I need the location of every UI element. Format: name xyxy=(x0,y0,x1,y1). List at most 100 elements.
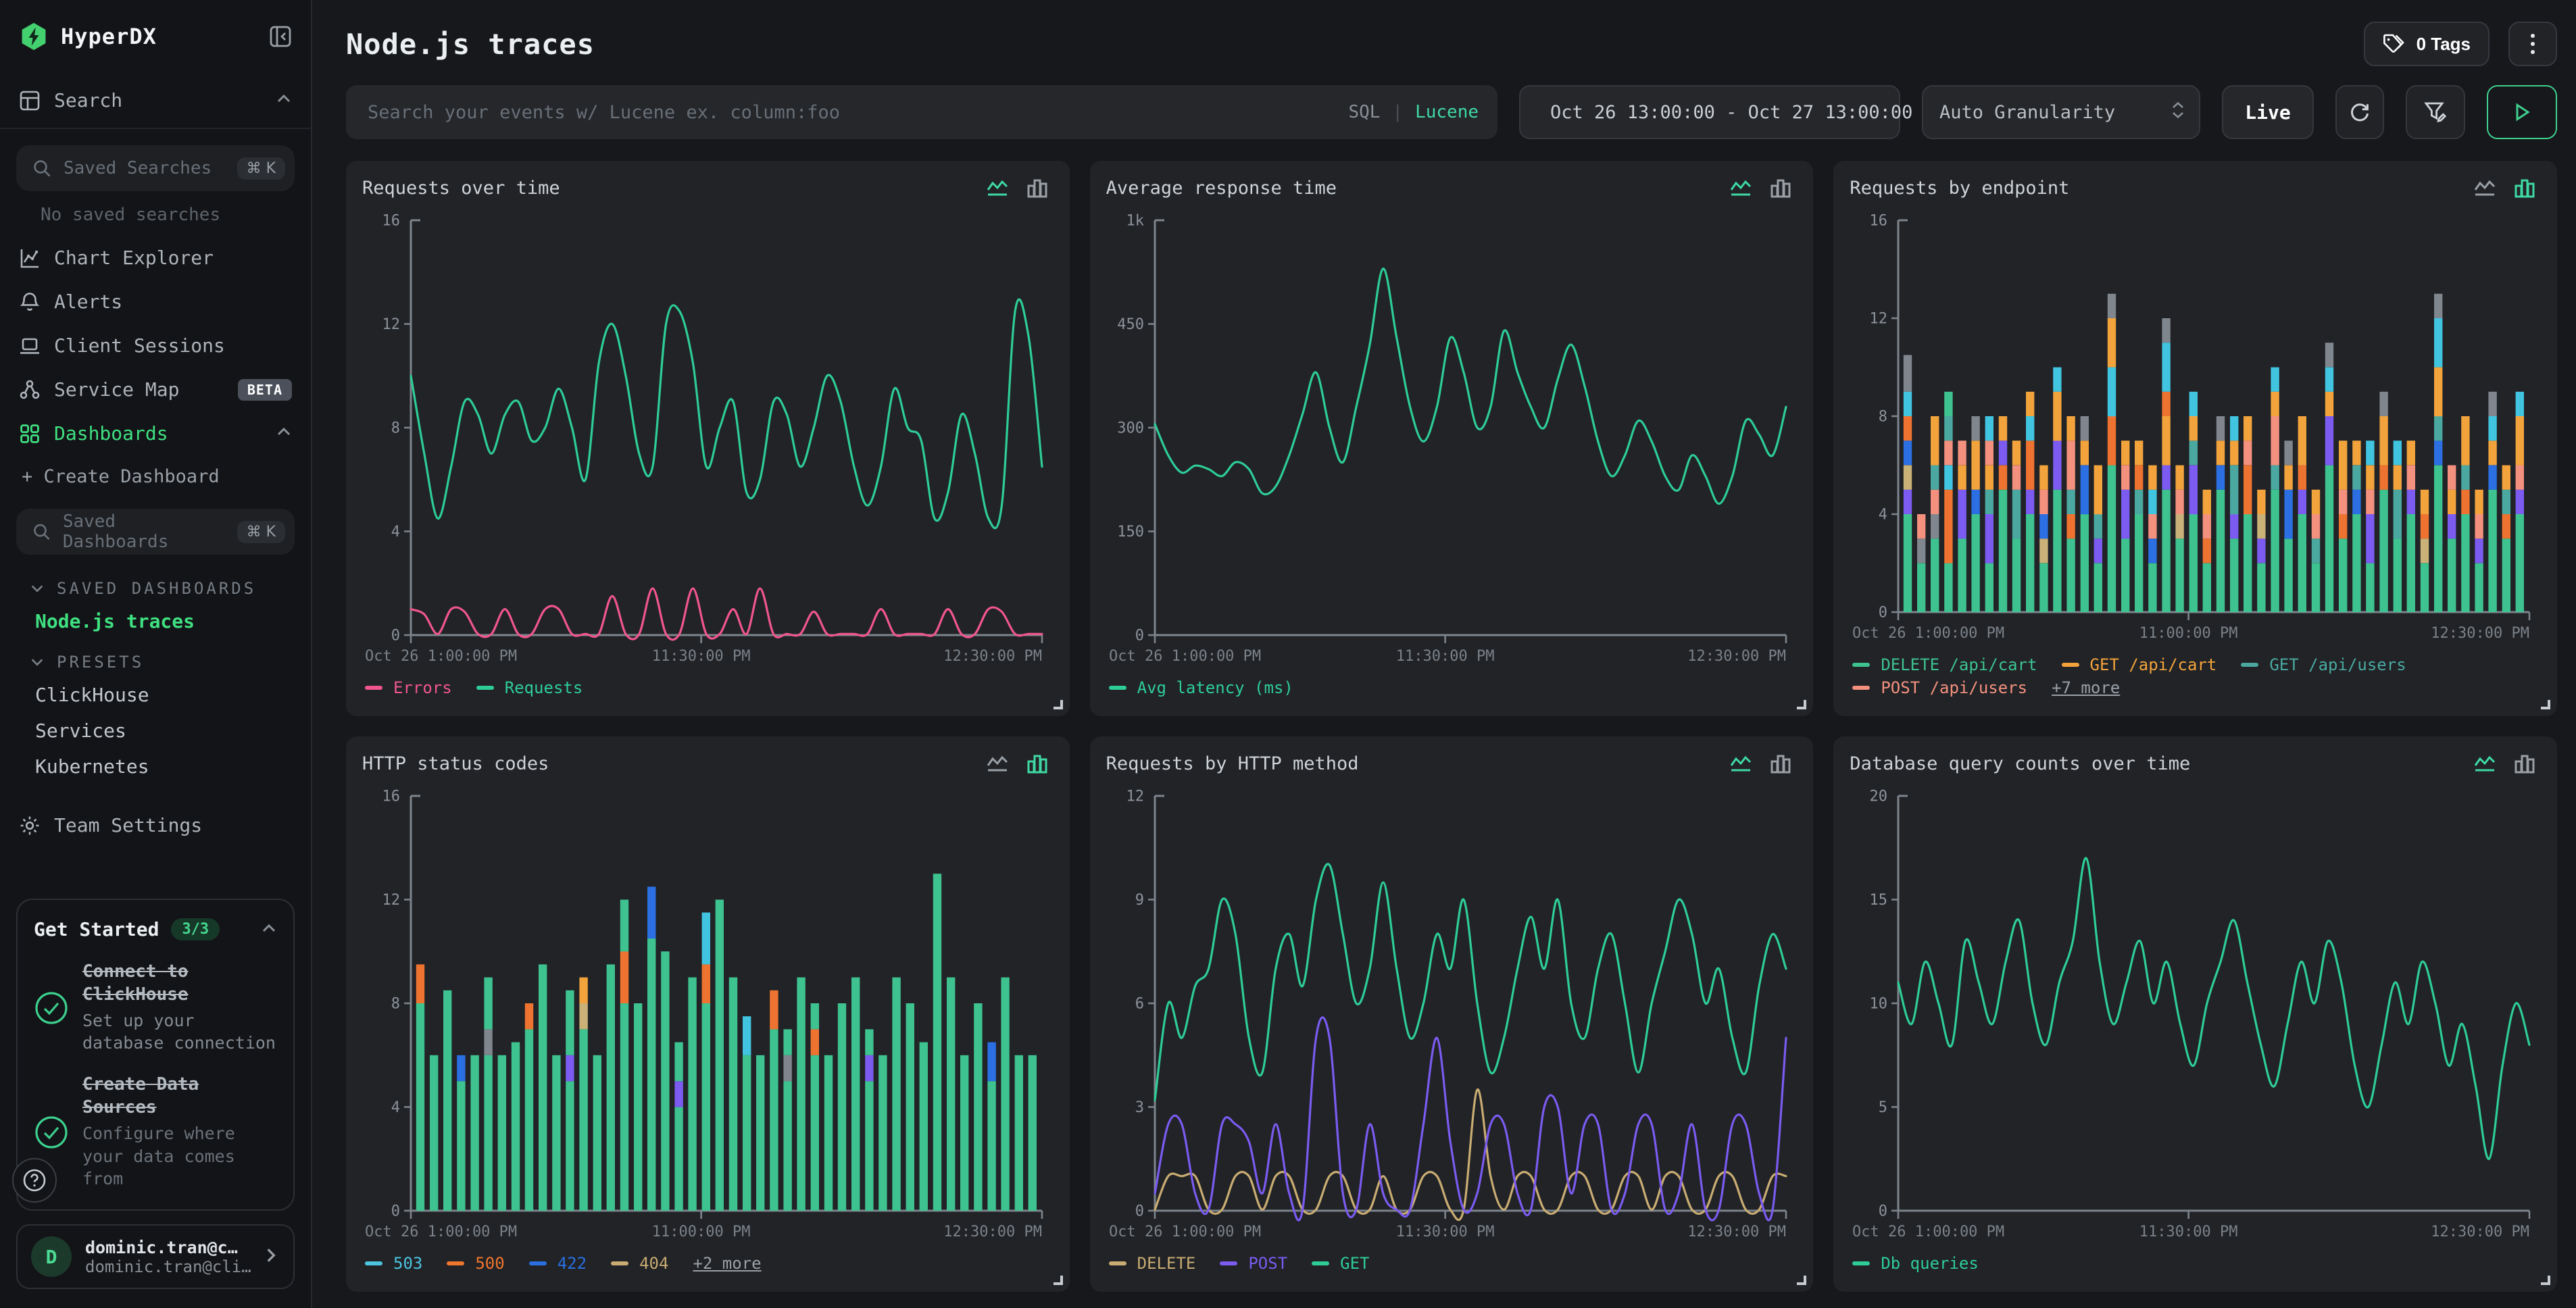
legend-label: Db queries xyxy=(1881,1254,1979,1273)
sidebar-item-service-map[interactable]: Service Map BETA xyxy=(0,368,311,411)
legend-item[interactable]: GET /api/users xyxy=(2241,655,2406,674)
line-view-toggle[interactable] xyxy=(986,177,1009,199)
legend-item[interactable]: Errors xyxy=(365,678,452,697)
sidebar-item-clickhouse[interactable]: ClickHouse xyxy=(0,677,311,713)
legend-item[interactable]: 503 xyxy=(365,1254,422,1273)
bar-view-toggle[interactable] xyxy=(1026,753,1048,774)
bar-view-toggle[interactable] xyxy=(2514,753,2535,774)
saved-searches-input[interactable]: Saved Searches ⌘ K xyxy=(16,145,295,191)
resize-handle[interactable] xyxy=(2541,1276,2550,1285)
get-started-step-connect[interactable]: Connect to ClickHouse Set up your databa… xyxy=(34,961,277,1055)
legend-item[interactable]: 422 xyxy=(529,1254,587,1273)
sidebar-item-kubernetes[interactable]: Kubernetes xyxy=(0,749,311,784)
sidebar-item-client-sessions[interactable]: Client Sessions xyxy=(0,324,311,368)
filter-button[interactable] xyxy=(2406,85,2465,139)
chart-panel: Requests by HTTP method 129630Oct 26 1:0… xyxy=(1090,736,1814,1292)
resize-handle[interactable] xyxy=(2541,700,2550,709)
legend-item[interactable]: 500 xyxy=(447,1254,504,1273)
bar-view-toggle[interactable] xyxy=(1770,177,1791,199)
svg-text:16: 16 xyxy=(382,213,401,230)
get-started-header[interactable]: Get Started 3/3 xyxy=(34,916,277,942)
svg-text:12:30:00 PM: 12:30:00 PM xyxy=(2431,1224,2530,1240)
svg-text:Oct 26 1:00:00 PM: Oct 26 1:00:00 PM xyxy=(365,648,517,665)
legend-item[interactable]: DELETE /api/cart xyxy=(1852,655,2037,674)
step-title: Connect to ClickHouse xyxy=(82,961,277,1007)
bar-view-toggle[interactable] xyxy=(1770,753,1791,774)
sidebar-item-dashboards[interactable]: Dashboards xyxy=(0,411,311,455)
area-chart-icon xyxy=(2473,753,2496,774)
chart-title: Average response time xyxy=(1106,178,1337,199)
legend-item[interactable]: Avg latency (ms) xyxy=(1109,678,1293,697)
bar-view-toggle[interactable] xyxy=(1026,177,1048,199)
resize-handle[interactable] xyxy=(1054,1276,1063,1285)
query-language-toggle[interactable]: SQL | Lucene xyxy=(1348,102,1479,122)
line-view-toggle[interactable] xyxy=(2473,177,2496,199)
legend-label: 503 xyxy=(393,1254,422,1273)
saved-dashboards-input[interactable]: Saved Dashboards ⌘ K xyxy=(16,509,295,555)
sidebar-item-team-settings[interactable]: Team Settings xyxy=(0,803,311,847)
sidebar-item-nodejs-traces[interactable]: Node.js traces xyxy=(0,603,311,639)
sql-toggle[interactable]: SQL xyxy=(1348,102,1380,122)
search-input[interactable] xyxy=(365,101,1348,124)
kebab-menu-button[interactable] xyxy=(2508,22,2557,66)
collapse-sidebar-icon[interactable] xyxy=(269,25,292,48)
saved-dashboards-section-label[interactable]: SAVED DASHBOARDS xyxy=(0,565,311,603)
chart-legend: Errors Requests xyxy=(362,670,1054,705)
legend-item[interactable]: GET xyxy=(1312,1254,1369,1273)
svg-text:450: 450 xyxy=(1117,316,1144,333)
resize-handle[interactable] xyxy=(1054,700,1063,709)
legend-more-link[interactable]: +7 more xyxy=(2052,678,2120,697)
date-range-picker[interactable]: 1 Oct 26 13:00:00 - Oct 27 13:00:00 xyxy=(1519,85,1900,139)
presets-section-label[interactable]: PRESETS xyxy=(0,639,311,677)
sidebar-item-label: Client Sessions xyxy=(54,334,225,357)
tags-button[interactable]: 0 Tags xyxy=(2364,22,2490,66)
resize-handle[interactable] xyxy=(1797,1276,1806,1285)
chevron-up-icon[interactable] xyxy=(276,89,292,111)
help-icon[interactable] xyxy=(12,1158,57,1203)
service-map-icon xyxy=(19,379,41,401)
legend-item[interactable]: POST /api/users xyxy=(1852,678,2027,697)
create-dashboard-button[interactable]: + Create Dashboard xyxy=(0,455,311,498)
get-started-step-sources[interactable]: Create Data Sources Configure where your… xyxy=(34,1074,277,1190)
resize-handle[interactable] xyxy=(1797,700,1806,709)
bar-view-toggle[interactable] xyxy=(2514,177,2535,199)
legend-item[interactable]: GET /api/cart xyxy=(2062,655,2217,674)
shortcut-badge: ⌘ K xyxy=(237,157,285,180)
line-view-toggle[interactable] xyxy=(986,753,1009,774)
legend-item[interactable]: 404 xyxy=(611,1254,668,1273)
refresh-button[interactable] xyxy=(2335,85,2384,139)
svg-text:11:00:00 PM: 11:00:00 PM xyxy=(652,1224,751,1240)
chevron-up-icon[interactable] xyxy=(276,422,292,445)
svg-text:6: 6 xyxy=(1135,996,1143,1013)
line-view-toggle[interactable] xyxy=(1729,753,1752,774)
line-view-toggle[interactable] xyxy=(2473,753,2496,774)
chart-legend: DELETE /api/cart GET /api/cart GET /api/us… xyxy=(1850,647,2541,705)
legend-item[interactable]: Db queries xyxy=(1852,1254,1979,1273)
granularity-select[interactable]: Auto Granularity xyxy=(1922,85,2200,139)
sidebar-item-chart-explorer[interactable]: Chart Explorer xyxy=(0,236,311,280)
svg-text:20: 20 xyxy=(1870,788,1888,805)
legend-item[interactable]: POST xyxy=(1220,1254,1287,1273)
live-button[interactable]: Live xyxy=(2222,85,2314,139)
chart-panel-header: Database query counts over time xyxy=(1850,753,2541,774)
sidebar-item-services[interactable]: Services xyxy=(0,713,311,749)
lucene-toggle[interactable]: Lucene xyxy=(1415,102,1479,122)
sidebar-item-alerts[interactable]: Alerts xyxy=(0,280,311,324)
saved-searches-placeholder: Saved Searches xyxy=(64,158,212,178)
legend-label: GET /api/users xyxy=(2269,655,2406,674)
user-account-menu[interactable]: D dominic.tran@c… dominic.tran@cli… xyxy=(16,1224,295,1289)
tags-icon xyxy=(2383,33,2404,55)
svg-text:15: 15 xyxy=(1870,892,1888,909)
run-query-button[interactable] xyxy=(2487,85,2557,139)
legend-item[interactable]: DELETE xyxy=(1109,1254,1196,1273)
legend-label: DELETE xyxy=(1137,1254,1196,1273)
legend-item[interactable]: Requests xyxy=(476,678,583,697)
line-view-toggle[interactable] xyxy=(1729,177,1752,199)
legend-more-link[interactable]: +2 more xyxy=(693,1254,761,1273)
legend-swatch xyxy=(1109,686,1126,690)
legend-swatch xyxy=(1312,1261,1329,1265)
tags-button-label: 0 Tags xyxy=(2417,34,2471,55)
sidebar-item-search[interactable]: Search xyxy=(0,78,311,122)
chevron-up-icon[interactable] xyxy=(261,916,277,942)
chart-canvas: 20151050Oct 26 1:00:00 PM11:30:00 PM12:3… xyxy=(1850,777,2541,1246)
